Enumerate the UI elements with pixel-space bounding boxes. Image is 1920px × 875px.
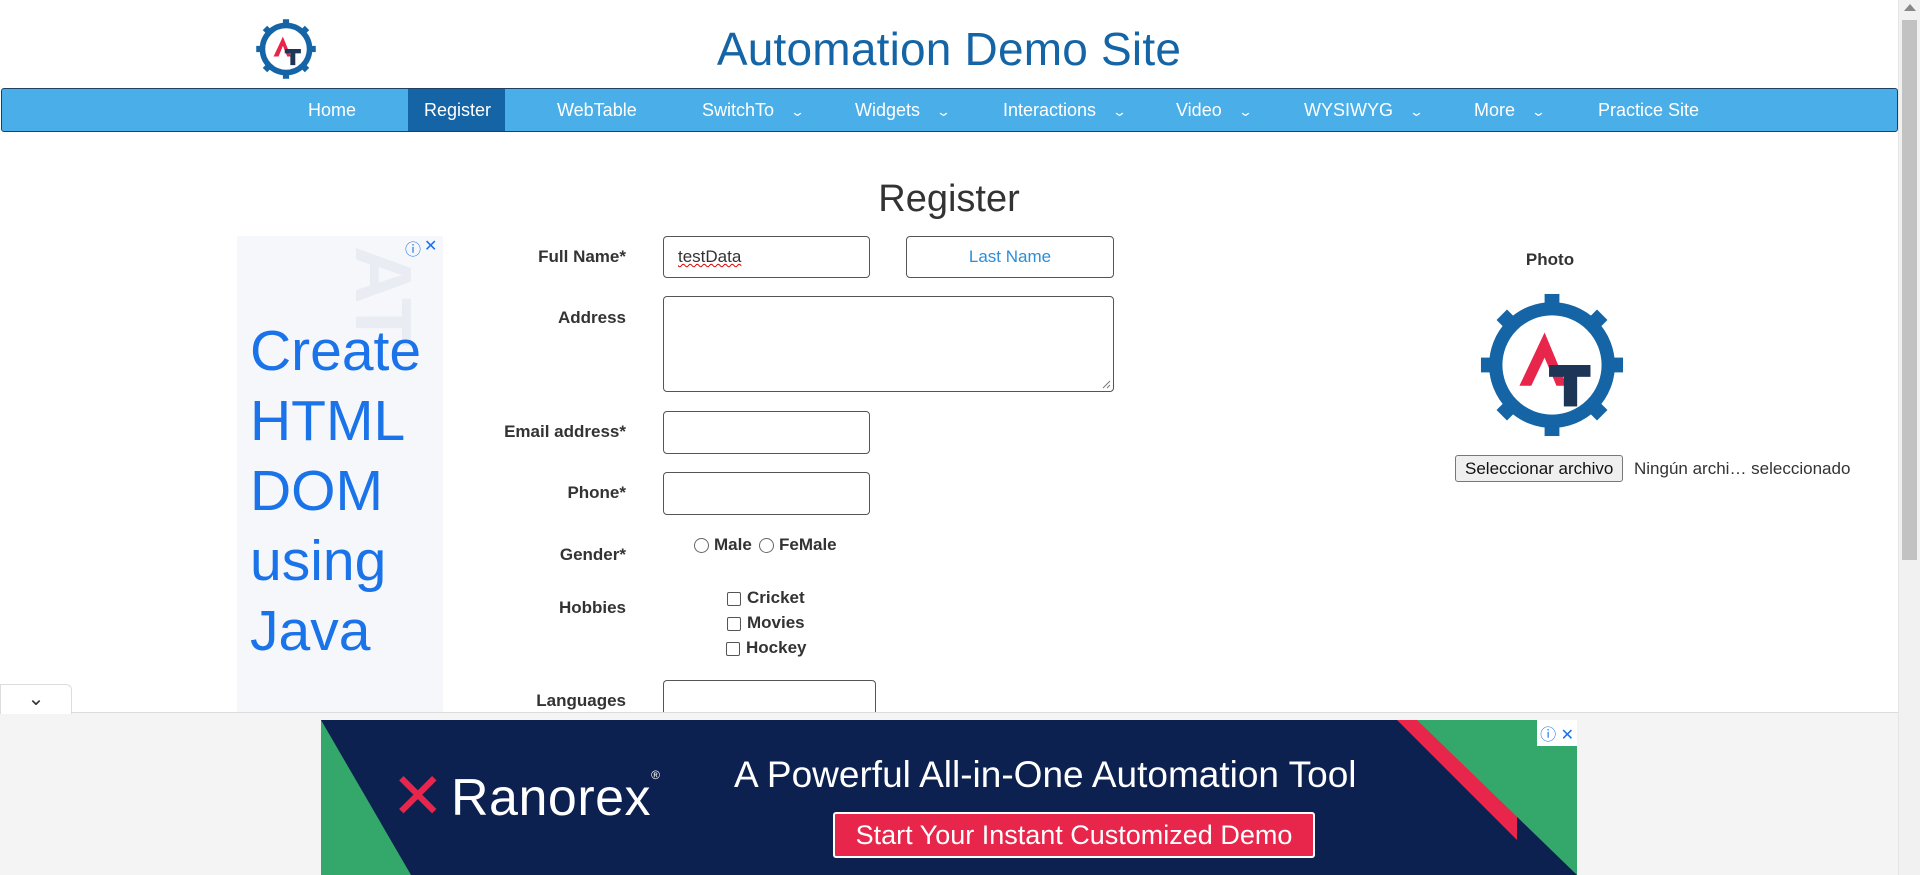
scroll-up-arrow-icon[interactable]	[1904, 4, 1916, 11]
side-ad-text: Create HTML DOM using Java	[250, 319, 422, 663]
collapse-ad-button[interactable]: ⌄	[0, 684, 72, 714]
ad-info-icon[interactable]: ⓘ	[1540, 727, 1556, 744]
gender-male-radio[interactable]	[694, 538, 709, 553]
gender-female-radio[interactable]	[759, 538, 774, 553]
main-navbar: Home Register WebTable SwitchTo ⌄ Widgets…	[1, 88, 1898, 132]
photo-label: Photo	[1525, 250, 1575, 269]
file-status-text: Ningún archi… seleccionado	[1634, 459, 1851, 478]
ad-info-icon[interactable]: ⓘ	[405, 236, 421, 260]
nav-home[interactable]: Home	[292, 89, 372, 131]
hobby-cricket-label: Cricket	[747, 588, 805, 607]
nav-switchto[interactable]: SwitchTo ⌄	[686, 89, 819, 131]
choose-file-button[interactable]: Seleccionar archivo	[1455, 455, 1624, 482]
phone-field[interactable]	[663, 472, 870, 515]
chevron-down-icon: ⌄	[1237, 104, 1253, 119]
nav-wysiwyg[interactable]: WYSIWYG ⌄	[1288, 89, 1438, 131]
site-title: Automation Demo Site	[716, 23, 1182, 75]
languages-label: Languages	[536, 691, 626, 710]
ranorex-logo-icon: ✕	[391, 760, 445, 832]
banner-brand: Ranorex®	[451, 768, 661, 827]
chevron-down-icon: ⌄	[1408, 104, 1425, 119]
nav-practice-site[interactable]: Practice Site	[1582, 89, 1715, 131]
page-title: Register	[878, 178, 1020, 220]
phone-label: Phone*	[567, 483, 626, 502]
banner-cta-button[interactable]: Start Your Instant Customized Demo	[833, 812, 1315, 858]
nav-register[interactable]: Register	[408, 89, 505, 131]
email-label: Email address*	[504, 422, 626, 441]
nav-more[interactable]: More ⌄	[1458, 89, 1560, 131]
side-advertisement[interactable]: AT Create HTML DOM using Java ⓘ ✕	[237, 236, 443, 712]
last-name-input[interactable]: Last Name	[906, 236, 1114, 278]
photo-preview-image	[1480, 293, 1624, 437]
hobby-hockey-checkbox[interactable]	[726, 642, 740, 656]
nav-webtable[interactable]: WebTable	[541, 89, 653, 131]
gender-label: Gender*	[559, 545, 626, 564]
page-scrollbar[interactable]	[1898, 0, 1920, 875]
hobby-movies-checkbox[interactable]	[727, 617, 741, 631]
nav-widgets[interactable]: Widgets ⌄	[839, 89, 965, 131]
hobby-cricket-checkbox[interactable]	[727, 592, 741, 606]
bottom-banner-ad[interactable]: ✕ Ranorex® A Powerful All-in-One Automat…	[321, 720, 1577, 875]
hobbies-label: Hobbies	[558, 598, 626, 617]
address-textarea[interactable]	[663, 296, 1114, 392]
resize-handle-icon[interactable]	[1102, 380, 1111, 389]
full-name-label: Full Name*	[538, 247, 626, 266]
first-name-input[interactable]: testData	[663, 236, 870, 278]
nav-interactions[interactable]: Interactions ⌄	[987, 89, 1141, 131]
gender-male-label: Male	[714, 535, 752, 554]
scroll-thumb[interactable]	[1902, 20, 1917, 560]
nav-video[interactable]: Video ⌄	[1160, 89, 1267, 131]
chevron-down-icon: ⌄	[27, 688, 45, 710]
banner-ad-controls: ⓘ ✕	[1537, 720, 1577, 746]
chevron-down-icon: ⌄	[935, 104, 952, 119]
banner-headline: A Powerful All-in-One Automation Tool	[734, 754, 1357, 795]
hobby-hockey-label: Hockey	[746, 638, 807, 657]
chevron-down-icon: ⌄	[789, 104, 806, 119]
email-field[interactable]	[663, 411, 870, 454]
chevron-down-icon: ⌄	[1111, 104, 1128, 119]
ad-close-icon[interactable]: ✕	[1561, 727, 1574, 744]
address-label: Address	[557, 308, 626, 327]
gender-female-label: FeMale	[779, 535, 837, 554]
hobby-movies-label: Movies	[747, 613, 805, 632]
chevron-down-icon: ⌄	[1530, 104, 1547, 119]
